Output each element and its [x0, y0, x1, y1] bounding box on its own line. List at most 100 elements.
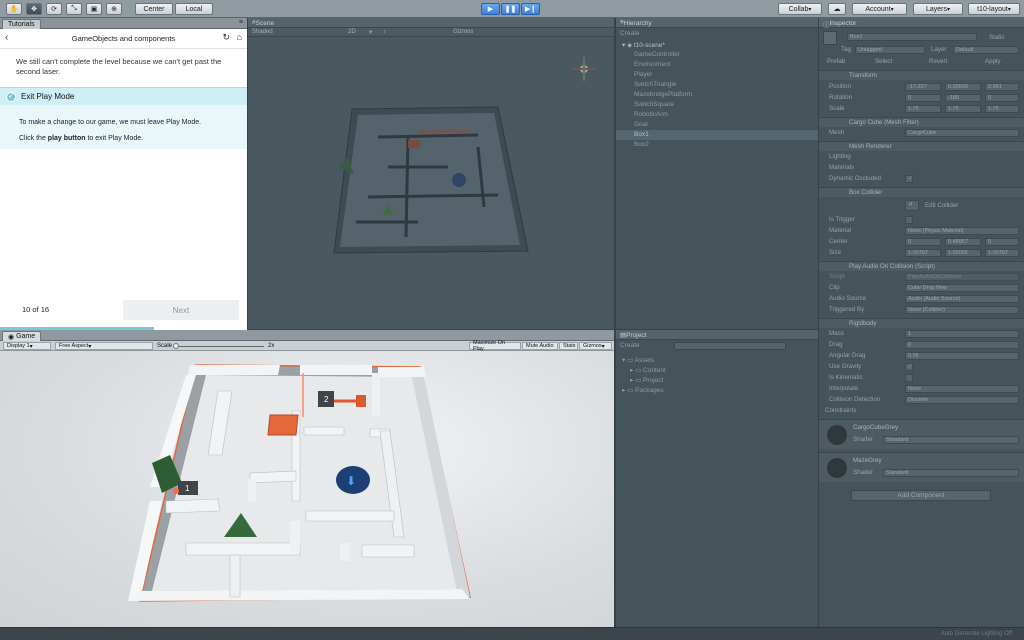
tab-hierarchy[interactable]: ≡ Hierarchy [620, 19, 652, 27]
home-icon[interactable]: ⌂ [237, 32, 242, 42]
hierarchy-item[interactable]: Goal [634, 121, 648, 128]
folder-assets[interactable]: ▾ ▭ Assets [622, 356, 654, 364]
aspect-dropdown[interactable]: Free Aspect [55, 342, 153, 350]
rect-tool-icon[interactable]: ▣ [86, 3, 102, 15]
hierarchy-item[interactable]: SwitchSquare [634, 101, 674, 108]
mesh-renderer-header[interactable]: Mesh Renderer [819, 141, 1024, 151]
tab-tutorials[interactable]: Tutorials [2, 19, 41, 29]
pivot-center-button[interactable]: Center [135, 3, 173, 15]
hierarchy-item[interactable]: SwitchTriangle [634, 81, 676, 88]
folder-project[interactable]: ▸ ▭ Project [630, 376, 663, 384]
cloud-icon[interactable]: ☁ [828, 3, 846, 15]
tab-scene[interactable]: # Scene [252, 19, 274, 27]
transform-header[interactable]: Transform [819, 70, 1024, 80]
shader-dropdown[interactable]: Standard [883, 436, 1019, 444]
use-gravity-checkbox[interactable]: ✓ [905, 363, 913, 371]
lighting-toggle-icon[interactable]: ☀ [368, 29, 373, 36]
size-z[interactable]: 1.00797 [985, 249, 1019, 257]
folder-content[interactable]: ▸ ▭ Content [630, 366, 666, 374]
display-dropdown[interactable]: Display 1 [3, 342, 51, 350]
add-component-button[interactable]: Add Component [851, 490, 991, 501]
center-y[interactable]: 0.48957 [945, 238, 981, 246]
audio-script-header[interactable]: Play Audio On Collision (Script) [819, 261, 1024, 271]
hierarchy-item[interactable]: MazebridgePlatform [634, 91, 692, 98]
restart-icon[interactable]: ↻ [222, 32, 230, 43]
next-button[interactable]: Next [123, 300, 239, 320]
play-button[interactable]: ▶ [481, 3, 500, 15]
rotation-x[interactable]: 0 [905, 94, 941, 102]
center-x[interactable]: 0 [905, 238, 941, 246]
hierarchy-item[interactable]: Player [634, 71, 652, 78]
shader-dropdown[interactable]: Standard [883, 469, 1019, 477]
object-name-field[interactable]: Box1 [847, 33, 977, 41]
project-search-input[interactable] [674, 342, 786, 350]
folder-packages[interactable]: ▸ ▭ Packages [622, 386, 664, 394]
center-z[interactable]: 0 [985, 238, 1019, 246]
scale-tool-icon[interactable]: ⤡ [66, 3, 82, 15]
rotation-y[interactable]: -180 [945, 94, 981, 102]
scale-slider-track[interactable] [176, 346, 264, 347]
angular-drag-field[interactable]: 0.05 [905, 352, 1019, 360]
maximize-on-play-toggle[interactable]: Maximize On Play [469, 340, 521, 352]
2d-toggle[interactable]: 2D [348, 29, 356, 35]
is-trigger-checkbox[interactable] [905, 216, 913, 224]
tab-project[interactable]: ▤ Project [620, 331, 646, 339]
scale-y[interactable]: 1.75 [945, 105, 981, 113]
project-create-dropdown[interactable]: Create [620, 342, 640, 349]
transform-tool-icon[interactable]: ⊕ [106, 3, 122, 15]
prefab-apply-button[interactable]: Apply [985, 58, 1000, 65]
collab-dropdown[interactable]: Collab [778, 3, 822, 15]
position-x[interactable]: -17.227 [905, 83, 941, 91]
layer-dropdown[interactable]: Default [953, 46, 1019, 54]
size-x[interactable]: 1.00797 [905, 249, 941, 257]
scale-slider-thumb[interactable] [173, 343, 179, 349]
mass-field[interactable]: 1 [905, 330, 1019, 338]
pause-button[interactable]: ❚❚ [501, 3, 520, 15]
game-gizmos-dropdown[interactable]: Gizmos [579, 342, 612, 350]
interpolate-dropdown[interactable]: None [905, 385, 1019, 393]
scene-view[interactable] [248, 37, 614, 329]
layout-dropdown[interactable]: t10-layout [968, 3, 1020, 15]
mute-audio-toggle[interactable]: Mute Audio [522, 342, 558, 350]
game-view[interactable]: 2 ⬇ 1 [0, 351, 614, 627]
materials-foldout[interactable]: Materials [829, 164, 854, 171]
scale-x[interactable]: 1.75 [905, 105, 941, 113]
step-button[interactable]: ▶❙ [521, 3, 540, 15]
audio-toggle-icon[interactable]: ♪ [383, 29, 386, 35]
hierarchy-item[interactable]: Environment [634, 61, 671, 68]
constraints-foldout[interactable]: Constraints [825, 407, 856, 414]
mesh-field[interactable]: CargoCube [905, 129, 1019, 137]
dynamic-occluded-checkbox[interactable]: ✓ [905, 175, 913, 183]
gizmos-dropdown[interactable]: Gizmos [453, 29, 473, 35]
scale-z[interactable]: 1.75 [985, 105, 1019, 113]
lighting-foldout[interactable]: Lighting [829, 153, 851, 160]
hierarchy-item[interactable]: GameController [634, 51, 680, 58]
audio-source-field[interactable]: Audio (Audio Source) [905, 295, 1019, 303]
mesh-filter-header[interactable]: Cargo Cube (Mesh Filter) [819, 117, 1024, 127]
is-kinematic-checkbox[interactable] [905, 374, 913, 382]
rotate-tool-icon[interactable]: ⟳ [46, 3, 62, 15]
hierarchy-item[interactable]: RoboticArm [634, 111, 668, 118]
tag-dropdown[interactable]: Untagged [855, 46, 925, 54]
edit-collider-button[interactable]: ⊿ [905, 200, 919, 211]
static-toggle[interactable]: Static [989, 34, 1004, 41]
size-y[interactable]: 1.02005 [945, 249, 981, 257]
layers-dropdown[interactable]: Layers [913, 3, 963, 15]
position-y[interactable]: 0.03509 [945, 83, 981, 91]
panel-menu-icon[interactable]: ≡ [239, 19, 243, 26]
drag-field[interactable]: 0 [905, 341, 1019, 349]
hierarchy-create-dropdown[interactable]: Create [620, 30, 640, 37]
account-dropdown[interactable]: Account [852, 3, 907, 15]
hierarchy-item-selected[interactable]: Box1 [634, 131, 649, 138]
rigidbody-header[interactable]: Rigidbody [819, 318, 1024, 328]
hand-tool-icon[interactable]: ✋ [6, 3, 22, 15]
tab-game[interactable]: ◉ Game [2, 331, 42, 341]
clip-field[interactable]: Cube Drop New [905, 284, 1019, 292]
hierarchy-item[interactable]: Box2 [634, 141, 649, 148]
pivot-local-button[interactable]: Local [175, 3, 213, 15]
scene-root[interactable]: ▾ ◈ t10-scene* [622, 41, 665, 49]
rotation-z[interactable]: 0 [985, 94, 1019, 102]
material-field[interactable]: None (Physic Material) [905, 227, 1019, 235]
box-collider-header[interactable]: Box Collider [819, 187, 1024, 197]
collision-detection-dropdown[interactable]: Discrete [905, 396, 1019, 404]
